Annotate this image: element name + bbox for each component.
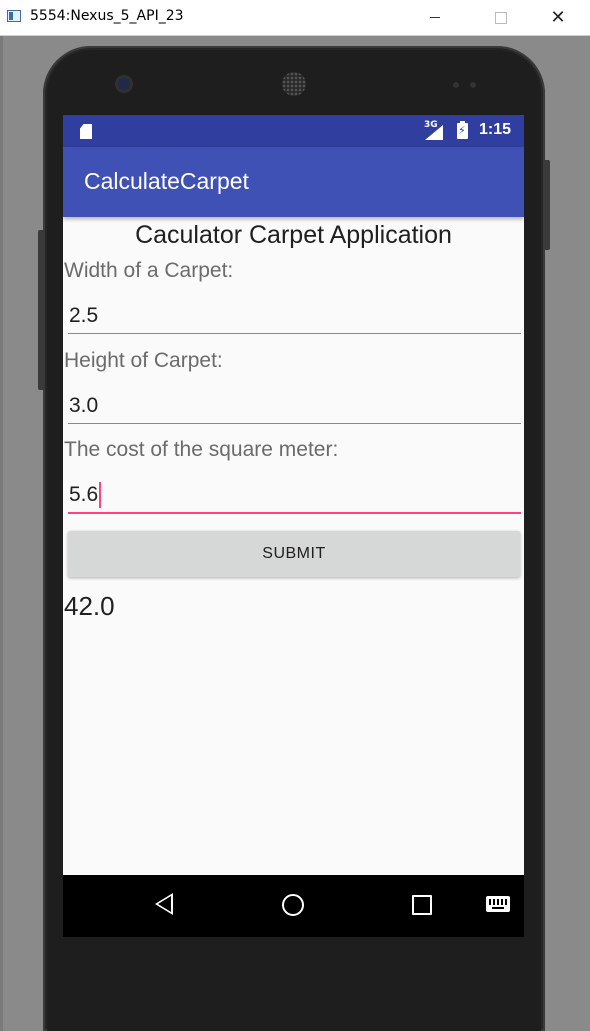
window-titlebar: 5554:Nexus_5_API_23 ✕: [0, 0, 590, 36]
cost-field[interactable]: [68, 478, 521, 514]
status-clock: 1:15: [479, 121, 512, 138]
device-screen: 3G 1:15 CalculateCarpet Caculator Carpet…: [63, 115, 524, 937]
page-title: Caculator Carpet Application: [135, 221, 452, 249]
light-sensor-icon: [470, 82, 476, 88]
result-value: 42.0: [64, 591, 115, 621]
cost-label: The cost of the square meter:: [64, 438, 339, 461]
navigation-bar: [63, 875, 524, 937]
app-title: CalculateCarpet: [84, 168, 249, 194]
minimize-button[interactable]: [412, 0, 458, 35]
submit-button[interactable]: SUBMIT: [68, 531, 520, 577]
home-icon[interactable]: [282, 894, 304, 916]
minimize-icon: [430, 17, 440, 18]
front-camera-icon: [118, 78, 130, 90]
earpiece-speaker-icon: [282, 72, 306, 96]
app-window-icon: [7, 10, 21, 22]
app-bar: CalculateCarpet: [63, 147, 524, 217]
height-label: Height of Carpet:: [64, 349, 223, 372]
keyboard-icon[interactable]: [486, 896, 510, 912]
network-type: 3G: [424, 120, 438, 130]
battery-charging-icon: [457, 121, 468, 139]
width-field[interactable]: [68, 299, 521, 334]
recent-apps-icon[interactable]: [412, 895, 432, 915]
window-edge: [0, 36, 3, 1031]
status-bar: 3G 1:15: [63, 115, 524, 147]
text-cursor: [99, 482, 101, 508]
proximity-sensor-icon: [453, 82, 459, 88]
window-title: 5554:Nexus_5_API_23: [30, 8, 184, 24]
maximize-icon: [495, 11, 507, 24]
power-button[interactable]: [545, 160, 550, 250]
maximize-button[interactable]: [478, 0, 524, 35]
close-button[interactable]: ✕: [535, 0, 581, 35]
back-icon[interactable]: [155, 893, 173, 915]
width-label: Width of a Carpet:: [64, 259, 234, 282]
sd-card-icon: [80, 124, 92, 139]
height-field[interactable]: [68, 389, 521, 424]
